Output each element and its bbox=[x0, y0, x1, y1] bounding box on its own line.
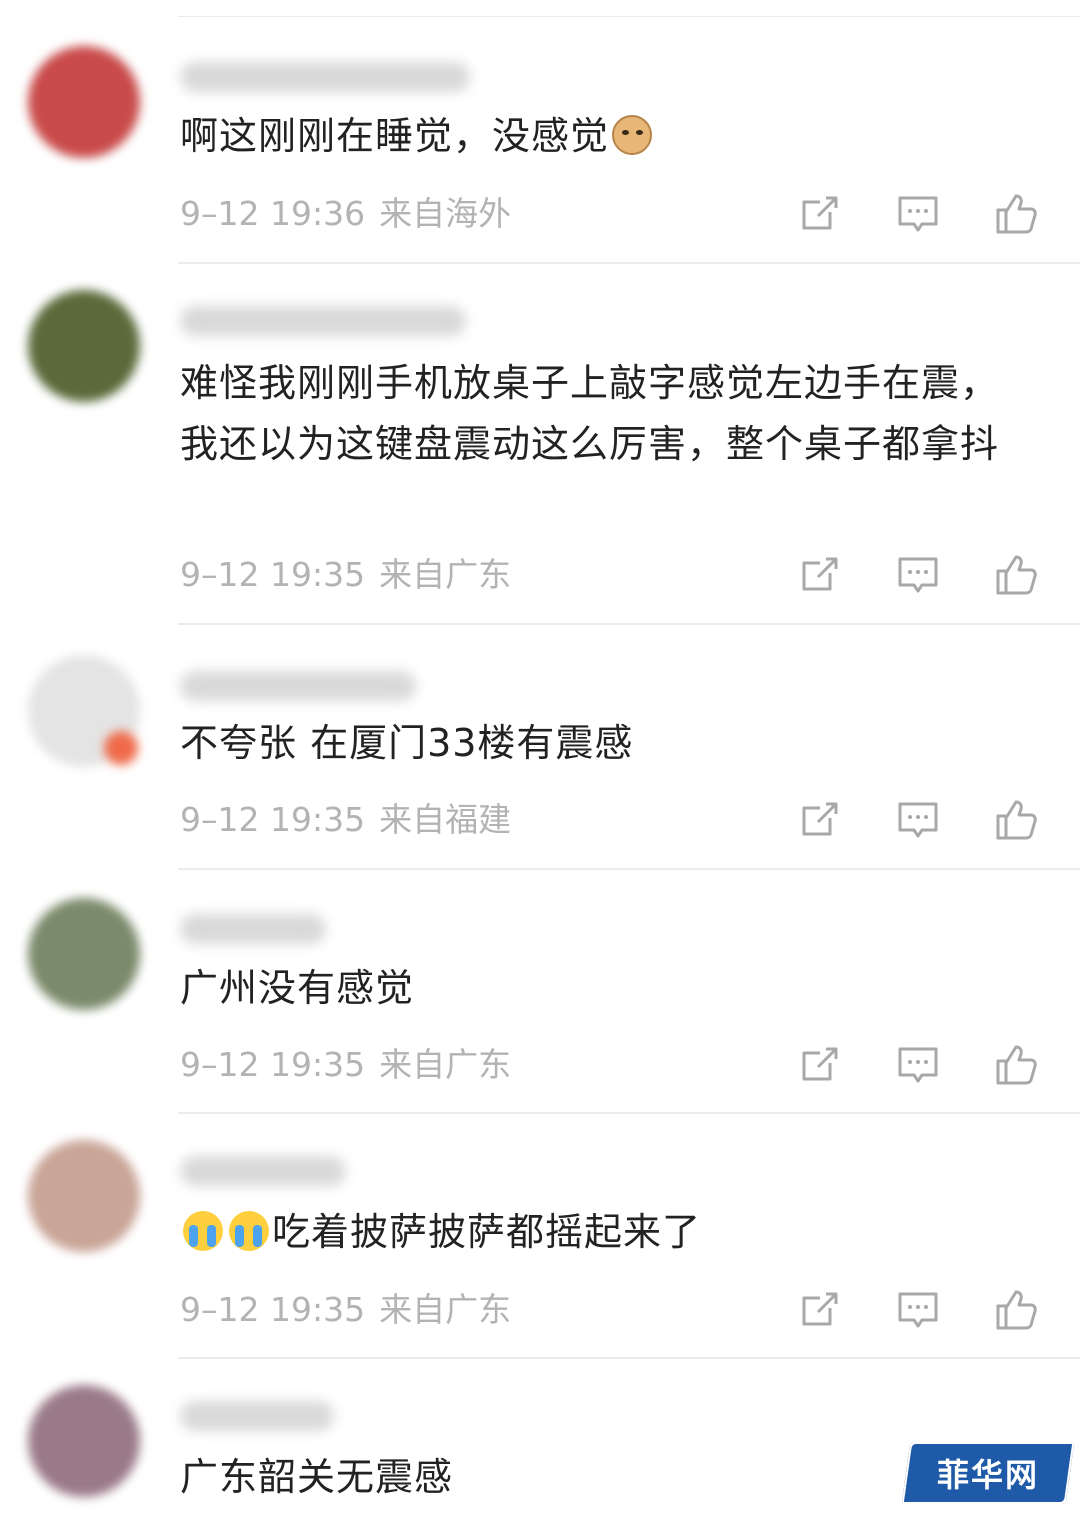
divider bbox=[178, 1357, 1080, 1359]
avatar[interactable] bbox=[28, 1385, 140, 1497]
comment-meta: 9–12 19:35 来自福建 bbox=[180, 800, 511, 840]
comment-meta: 9–12 19:35 来自广东 bbox=[180, 1045, 511, 1085]
thumbs-up-icon bbox=[996, 800, 1037, 840]
avatar[interactable] bbox=[28, 655, 140, 767]
comment-body: 难怪我刚刚手机放桌子上敲字感觉左边手在震，我还以为这键盘震动这么厉害，整个桌子都… bbox=[180, 361, 1000, 466]
comment-source: 来自广东 bbox=[379, 555, 512, 594]
comment-source: 来自广东 bbox=[379, 1290, 512, 1329]
reply-button[interactable] bbox=[894, 190, 942, 238]
username-blurred[interactable] bbox=[180, 1156, 346, 1186]
username-blurred[interactable] bbox=[180, 62, 470, 92]
comment-source: 来自广东 bbox=[379, 1045, 512, 1084]
comment-icon bbox=[898, 802, 938, 838]
thumbs-up-icon bbox=[996, 555, 1037, 595]
comment-text: 广州没有感觉 bbox=[180, 958, 1030, 1019]
doge-emoji bbox=[612, 115, 653, 155]
share-icon bbox=[802, 196, 838, 230]
divider bbox=[178, 868, 1080, 870]
comment-time: 9–12 19:35 bbox=[180, 1290, 366, 1329]
comment-list: 啊这刚刚在睡觉，没感觉 9–12 19:36 来自海外 难怪我刚刚手机放桌子上敲字… bbox=[0, 0, 1080, 1521]
username-blurred[interactable] bbox=[180, 671, 416, 701]
comment-text: 吃着披萨披萨都摇起来了 bbox=[180, 1202, 1030, 1263]
divider bbox=[178, 1112, 1080, 1114]
thumbs-up-icon bbox=[996, 194, 1037, 234]
username-blurred[interactable] bbox=[180, 306, 466, 336]
like-button[interactable] bbox=[992, 1286, 1040, 1334]
like-button[interactable] bbox=[992, 1041, 1040, 1089]
comment-time: 9–12 19:35 bbox=[180, 800, 366, 839]
comment-icon bbox=[898, 1292, 938, 1328]
crying-emoji bbox=[229, 1211, 269, 1251]
username-blurred[interactable] bbox=[180, 914, 326, 944]
share-button[interactable] bbox=[796, 190, 844, 238]
username-blurred[interactable] bbox=[180, 1401, 334, 1431]
reply-button[interactable] bbox=[894, 796, 942, 844]
divider bbox=[178, 262, 1080, 264]
comment-icon bbox=[898, 196, 938, 232]
comment-body: 不夸张 在厦门33楼有震感 bbox=[180, 721, 634, 765]
comment-time: 9–12 19:35 bbox=[180, 1045, 366, 1084]
divider bbox=[178, 16, 1080, 17]
share-icon bbox=[802, 802, 838, 836]
share-button[interactable] bbox=[796, 1286, 844, 1334]
thumbs-up-icon bbox=[996, 1045, 1037, 1085]
comment-body: 啊这刚刚在睡觉，没感觉 bbox=[180, 114, 610, 158]
comment-time: 9–12 19:36 bbox=[180, 194, 366, 233]
share-icon bbox=[802, 1292, 838, 1326]
avatar[interactable] bbox=[28, 1140, 140, 1252]
reply-button[interactable] bbox=[894, 1286, 942, 1334]
share-icon bbox=[802, 1047, 838, 1081]
share-button[interactable] bbox=[796, 1041, 844, 1089]
share-icon bbox=[802, 557, 838, 591]
thumbs-up-icon bbox=[996, 1290, 1037, 1330]
share-button[interactable] bbox=[796, 796, 844, 844]
avatar[interactable] bbox=[28, 290, 140, 402]
comment-source: 来自福建 bbox=[379, 800, 512, 839]
vip-badge-icon bbox=[104, 731, 138, 765]
comment-body: 广州没有感觉 bbox=[180, 966, 415, 1010]
comment-icon bbox=[898, 557, 938, 593]
crying-emoji bbox=[183, 1211, 223, 1251]
share-button[interactable] bbox=[796, 551, 844, 599]
comment-text: 不夸张 在厦门33楼有震感 bbox=[180, 713, 1030, 774]
comment-meta: 9–12 19:35 来自广东 bbox=[180, 555, 511, 595]
comment-meta: 9–12 19:36 来自海外 bbox=[180, 194, 511, 234]
comment-body: 广东韶关无震感 bbox=[180, 1455, 454, 1499]
divider bbox=[178, 623, 1080, 625]
comment-source: 来自海外 bbox=[379, 194, 512, 233]
comment-icon bbox=[898, 1047, 938, 1083]
like-button[interactable] bbox=[992, 190, 1040, 238]
reply-button[interactable] bbox=[894, 1041, 942, 1089]
comment-text: 难怪我刚刚手机放桌子上敲字感觉左边手在震，我还以为这键盘震动这么厉害，整个桌子都… bbox=[180, 353, 1030, 475]
like-button[interactable] bbox=[992, 796, 1040, 844]
reply-button[interactable] bbox=[894, 551, 942, 599]
comment-body: 吃着披萨披萨都摇起来了 bbox=[272, 1210, 702, 1254]
watermark-text: 菲华网 bbox=[936, 1456, 1039, 1494]
like-button[interactable] bbox=[992, 551, 1040, 599]
comment-meta: 9–12 19:35 来自广东 bbox=[180, 1290, 511, 1330]
avatar[interactable] bbox=[28, 898, 140, 1010]
comment-text: 啊这刚刚在睡觉，没感觉 bbox=[180, 106, 1030, 167]
watermark-logo: 菲华网 bbox=[901, 1442, 1075, 1504]
avatar[interactable] bbox=[28, 46, 140, 158]
comment-time: 9–12 19:35 bbox=[180, 555, 366, 594]
